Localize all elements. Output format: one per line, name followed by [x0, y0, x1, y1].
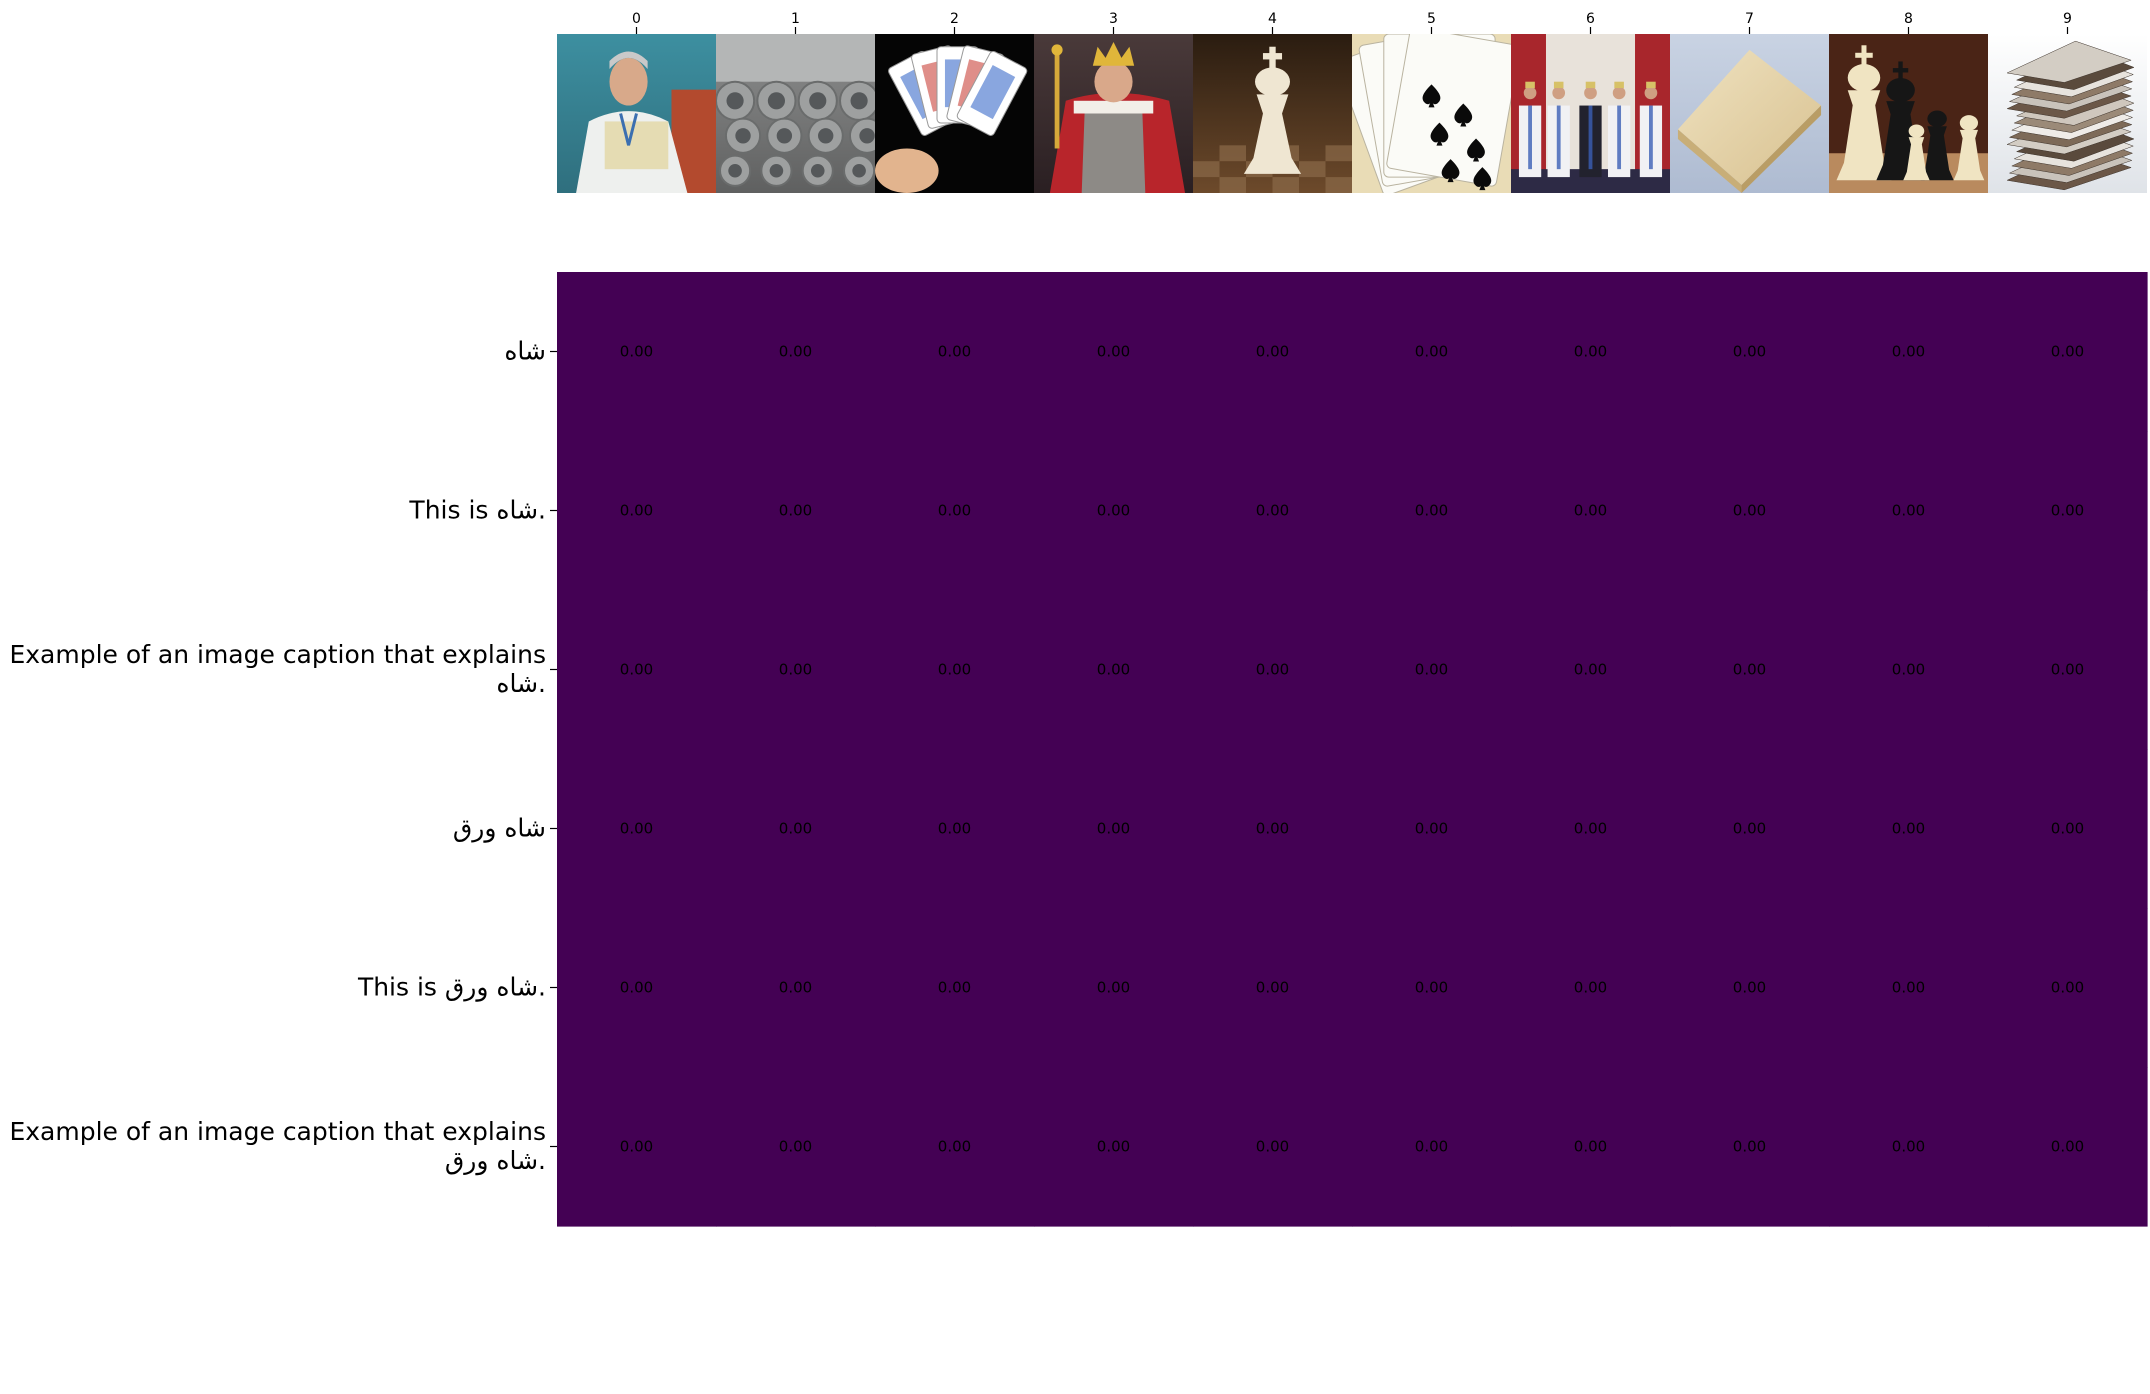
cell-value-label-r3-c5: 0.00	[1415, 820, 1448, 838]
cell-value-label-r2-c8: 0.00	[1892, 661, 1925, 679]
image-thumbnail-9	[1988, 34, 2147, 193]
image-thumbnail-3	[1034, 34, 1193, 193]
cell-value-label-r3-c3: 0.00	[1097, 820, 1130, 838]
x-tick-label-6: 6	[1586, 11, 1595, 27]
image-thumbnail-4	[1193, 34, 1352, 193]
y-tick-label-3: شاه ورق	[453, 814, 546, 844]
image-thumbnail-7	[1670, 34, 1829, 193]
cell-value-label-r2-c1: 0.00	[779, 661, 812, 679]
cell-value-label-r4-c3: 0.00	[1097, 979, 1130, 997]
cell-value-label-r4-c0: 0.00	[620, 979, 653, 997]
y-tick-label-5: Example of an image caption that explain…	[9, 1117, 546, 1176]
x-tick-label-0: 0	[632, 11, 641, 27]
x-tick-label-5: 5	[1427, 11, 1436, 27]
cell-value-label-r0-c0: 0.00	[620, 343, 653, 361]
cell-value-label-r1-c9: 0.00	[2051, 502, 2084, 520]
cell-value-label-r3-c0: 0.00	[620, 820, 653, 838]
cell-value-label-r5-c2: 0.00	[938, 1138, 971, 1156]
x-tick-label-4: 4	[1268, 11, 1277, 27]
cell-value-label-r4-c8: 0.00	[1892, 979, 1925, 997]
cell-value-label-r4-c6: 0.00	[1574, 979, 1607, 997]
cell-value-label-r1-c7: 0.00	[1733, 502, 1766, 520]
cell-value-label-r0-c7: 0.00	[1733, 343, 1766, 361]
cell-value-label-r0-c1: 0.00	[779, 343, 812, 361]
x-tick-label-7: 7	[1745, 11, 1754, 27]
y-tick-label-2: Example of an image caption that explain…	[9, 640, 546, 698]
cell-value-label-r0-c9: 0.00	[2051, 343, 2084, 361]
cell-value-label-r1-c6: 0.00	[1574, 502, 1607, 520]
x-tick-label-3: 3	[1109, 11, 1118, 27]
y-tick-label-0: شاه	[504, 337, 546, 366]
image-thumbnail-2	[875, 34, 1034, 193]
cell-value-label-r3-c4: 0.00	[1256, 820, 1289, 838]
cell-value-label-r1-c5: 0.00	[1415, 502, 1448, 520]
cell-value-label-r0-c2: 0.00	[938, 343, 971, 361]
cell-value-label-r1-c4: 0.00	[1256, 502, 1289, 520]
cell-value-label-r4-c7: 0.00	[1733, 979, 1766, 997]
x-tick-label-1: 1	[791, 11, 800, 27]
thumbnail-strip	[557, 34, 2147, 193]
cell-value-label-r2-c6: 0.00	[1574, 661, 1607, 679]
cell-value-label-r5-c3: 0.00	[1097, 1138, 1130, 1156]
image-thumbnail-5	[1352, 34, 1511, 193]
cell-value-label-r2-c0: 0.00	[620, 661, 653, 679]
cell-value-label-r3-c6: 0.00	[1574, 820, 1607, 838]
cell-value-label-r2-c4: 0.00	[1256, 661, 1289, 679]
x-tick-label-8: 8	[1904, 11, 1913, 27]
cell-value-label-r3-c2: 0.00	[938, 820, 971, 838]
cell-value-label-r3-c8: 0.00	[1892, 820, 1925, 838]
chart-svg: 0 1 2 3 4 5 6 7 8 9 0.00 0.00 0.00 0.00 0.00 0.00 0.00 0…	[9, 11, 2148, 1227]
cell-value-label-r5-c7: 0.00	[1733, 1138, 1766, 1156]
cell-value-label-r5-c4: 0.00	[1256, 1138, 1289, 1156]
cell-value-label-r1-c8: 0.00	[1892, 502, 1925, 520]
cell-value-label-r2-c5: 0.00	[1415, 661, 1448, 679]
cell-value-label-r2-c9: 0.00	[2051, 661, 2084, 679]
similarity-heatmap-figure: 0 1 2 3 4 5 6 7 8 9 0.00 0.00 0.00 0.00 0.00 0.00 0.00 0…	[0, 0, 2150, 1390]
cell-value-label-r4-c1: 0.00	[779, 979, 812, 997]
cell-value-label-r4-c9: 0.00	[2051, 979, 2084, 997]
x-tick-label-2: 2	[950, 11, 959, 27]
x-axis-ticks: 0 1 2 3 4 5 6 7 8 9	[632, 11, 2072, 34]
cell-value-label-r3-c1: 0.00	[779, 820, 812, 838]
cell-value-label-r3-c9: 0.00	[2051, 820, 2084, 838]
image-thumbnail-0	[557, 34, 716, 193]
cell-value-label-r3-c7: 0.00	[1733, 820, 1766, 838]
x-tick-label-9: 9	[2063, 11, 2072, 27]
image-thumbnail-8	[1829, 34, 1988, 193]
cell-value-label-r2-c7: 0.00	[1733, 661, 1766, 679]
cell-value-label-r1-c1: 0.00	[779, 502, 812, 520]
heatmap-cells	[557, 272, 2148, 1227]
cell-value-label-r0-c8: 0.00	[1892, 343, 1925, 361]
cell-value-label-r4-c4: 0.00	[1256, 979, 1289, 997]
cell-value-label-r5-c8: 0.00	[1892, 1138, 1925, 1156]
y-axis-ticks: شاه This is شاه. Example of an image capti…	[9, 337, 557, 1176]
cell-value-label-r0-c3: 0.00	[1097, 343, 1130, 361]
cell-value-label-r4-c2: 0.00	[938, 979, 971, 997]
cell-value-label-r5-c9: 0.00	[2051, 1138, 2084, 1156]
cell-value-label-r5-c0: 0.00	[620, 1138, 653, 1156]
cell-value-label-r1-c3: 0.00	[1097, 502, 1130, 520]
image-thumbnail-6	[1511, 34, 1670, 193]
cell-value-label-r0-c4: 0.00	[1256, 343, 1289, 361]
cell-value-label-r5-c1: 0.00	[779, 1138, 812, 1156]
cell-value-label-r5-c5: 0.00	[1415, 1138, 1448, 1156]
cell-value-label-r5-c6: 0.00	[1574, 1138, 1607, 1156]
y-tick-label-1: This is شاه.	[408, 496, 546, 525]
y-tick-label-4: This is شاه ورق.	[357, 973, 546, 1003]
cell-value-label-r1-c2: 0.00	[938, 502, 971, 520]
cell-value-label-r1-c0: 0.00	[620, 502, 653, 520]
cell-value-label-r4-c5: 0.00	[1415, 979, 1448, 997]
cell-value-label-r2-c3: 0.00	[1097, 661, 1130, 679]
cell-value-label-r2-c2: 0.00	[938, 661, 971, 679]
image-thumbnail-1	[716, 34, 875, 193]
cell-value-label-r0-c6: 0.00	[1574, 343, 1607, 361]
cell-value-label-r0-c5: 0.00	[1415, 343, 1448, 361]
